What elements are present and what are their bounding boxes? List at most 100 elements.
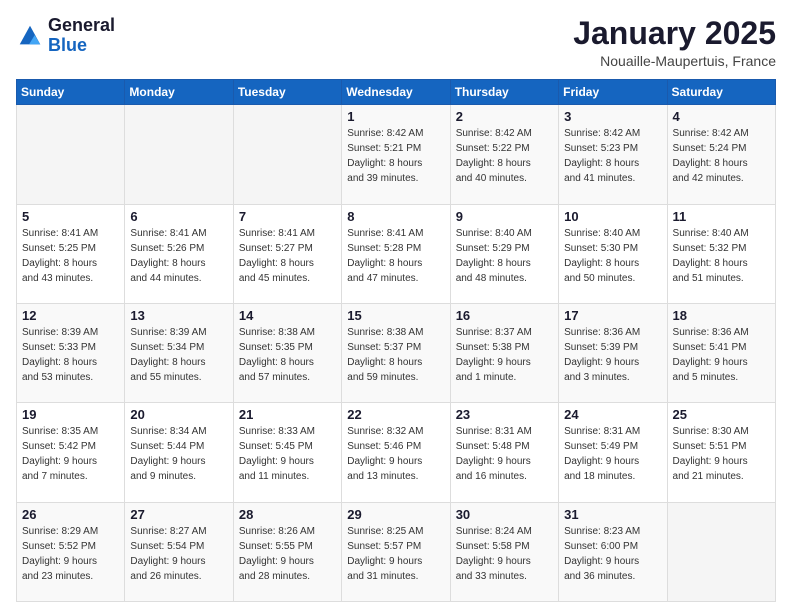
page: General Blue January 2025 Nouaille-Maupe… <box>0 0 792 612</box>
day-info: Sunrise: 8:40 AM Sunset: 5:30 PM Dayligh… <box>564 226 661 286</box>
day-number: 20 <box>130 407 227 422</box>
day-info: Sunrise: 8:38 AM Sunset: 5:35 PM Dayligh… <box>239 325 336 385</box>
logo-text: General Blue <box>48 16 115 56</box>
day-number: 13 <box>130 308 227 323</box>
calendar-table: SundayMondayTuesdayWednesdayThursdayFrid… <box>16 79 776 602</box>
calendar-cell: 18 Sunrise: 8:36 AM Sunset: 5:41 PM Dayli… <box>667 303 775 402</box>
weekday-header-friday: Friday <box>559 80 667 105</box>
calendar-week-1: 1Sunrise: 8:42 AM Sunset: 5:21 PM Daylig… <box>17 105 776 204</box>
day-number: 24 <box>564 407 661 422</box>
day-number: 18 <box>673 308 770 323</box>
calendar-cell: 26Sunrise: 8:29 AM Sunset: 5:52 PM Dayli… <box>17 502 125 601</box>
day-number: 10 <box>564 209 661 224</box>
day-number: 27 <box>130 507 227 522</box>
calendar-cell: 19 Sunrise: 8:35 AM Sunset: 5:42 PM Dayli… <box>17 403 125 502</box>
calendar-cell: 21 Sunrise: 8:33 AM Sunset: 5:45 PM Dayli… <box>233 403 341 502</box>
day-info: Sunrise: 8:36 AM Sunset: 5:41 PM Dayligh… <box>673 325 770 385</box>
calendar-cell <box>125 105 233 204</box>
calendar-cell <box>667 502 775 601</box>
title-block: January 2025 Nouaille-Maupertuis, France <box>573 16 776 69</box>
day-info: Sunrise: 8:42 AM Sunset: 5:22 PM Dayligh… <box>456 126 553 186</box>
day-number: 8 <box>347 209 444 224</box>
weekday-header-sunday: Sunday <box>17 80 125 105</box>
day-info: Sunrise: 8:25 AM Sunset: 5:57 PM Dayligh… <box>347 524 444 584</box>
day-info: Sunrise: 8:39 AM Sunset: 5:33 PM Dayligh… <box>22 325 119 385</box>
calendar-cell: 7Sunrise: 8:41 AM Sunset: 5:27 PM Daylig… <box>233 204 341 303</box>
day-info: Sunrise: 8:30 AM Sunset: 5:51 PM Dayligh… <box>673 424 770 484</box>
day-info: Sunrise: 8:36 AM Sunset: 5:39 PM Dayligh… <box>564 325 661 385</box>
weekday-header-row: SundayMondayTuesdayWednesdayThursdayFrid… <box>17 80 776 105</box>
day-number: 25 <box>673 407 770 422</box>
day-info: Sunrise: 8:41 AM Sunset: 5:28 PM Dayligh… <box>347 226 444 286</box>
calendar-cell <box>233 105 341 204</box>
weekday-header-tuesday: Tuesday <box>233 80 341 105</box>
calendar-cell: 17 Sunrise: 8:36 AM Sunset: 5:39 PM Dayli… <box>559 303 667 402</box>
day-number: 5 <box>22 209 119 224</box>
weekday-header-thursday: Thursday <box>450 80 558 105</box>
calendar-cell: 6Sunrise: 8:41 AM Sunset: 5:26 PM Daylig… <box>125 204 233 303</box>
day-number: 3 <box>564 109 661 124</box>
day-info: Sunrise: 8:38 AM Sunset: 5:37 PM Dayligh… <box>347 325 444 385</box>
day-info: Sunrise: 8:41 AM Sunset: 5:25 PM Dayligh… <box>22 226 119 286</box>
weekday-header-monday: Monday <box>125 80 233 105</box>
weekday-header-saturday: Saturday <box>667 80 775 105</box>
day-number: 19 <box>22 407 119 422</box>
calendar-cell: 5 Sunrise: 8:41 AM Sunset: 5:25 PM Daylig… <box>17 204 125 303</box>
day-info: Sunrise: 8:35 AM Sunset: 5:42 PM Dayligh… <box>22 424 119 484</box>
calendar-cell: 3Sunrise: 8:42 AM Sunset: 5:23 PM Daylig… <box>559 105 667 204</box>
day-info: Sunrise: 8:34 AM Sunset: 5:44 PM Dayligh… <box>130 424 227 484</box>
day-number: 30 <box>456 507 553 522</box>
calendar-cell <box>17 105 125 204</box>
day-number: 17 <box>564 308 661 323</box>
calendar-cell: 30 Sunrise: 8:24 AM Sunset: 5:58 PM Dayli… <box>450 502 558 601</box>
weekday-header-wednesday: Wednesday <box>342 80 450 105</box>
calendar-cell: 31Sunrise: 8:23 AM Sunset: 6:00 PM Dayli… <box>559 502 667 601</box>
day-number: 31 <box>564 507 661 522</box>
calendar-cell: 14Sunrise: 8:38 AM Sunset: 5:35 PM Dayli… <box>233 303 341 402</box>
day-info: Sunrise: 8:31 AM Sunset: 5:49 PM Dayligh… <box>564 424 661 484</box>
calendar-cell: 16Sunrise: 8:37 AM Sunset: 5:38 PM Dayli… <box>450 303 558 402</box>
logo-icon <box>16 22 44 50</box>
calendar-cell: 10 Sunrise: 8:40 AM Sunset: 5:30 PM Dayli… <box>559 204 667 303</box>
calendar-cell: 23 Sunrise: 8:31 AM Sunset: 5:48 PM Dayli… <box>450 403 558 502</box>
day-info: Sunrise: 8:24 AM Sunset: 5:58 PM Dayligh… <box>456 524 553 584</box>
location: Nouaille-Maupertuis, France <box>573 53 776 69</box>
calendar-cell: 9 Sunrise: 8:40 AM Sunset: 5:29 PM Daylig… <box>450 204 558 303</box>
day-number: 23 <box>456 407 553 422</box>
day-info: Sunrise: 8:31 AM Sunset: 5:48 PM Dayligh… <box>456 424 553 484</box>
calendar-cell: 4 Sunrise: 8:42 AM Sunset: 5:24 PM Daylig… <box>667 105 775 204</box>
calendar-cell: 27 Sunrise: 8:27 AM Sunset: 5:54 PM Dayli… <box>125 502 233 601</box>
calendar-cell: 28Sunrise: 8:26 AM Sunset: 5:55 PM Dayli… <box>233 502 341 601</box>
day-info: Sunrise: 8:42 AM Sunset: 5:24 PM Dayligh… <box>673 126 770 186</box>
calendar-cell: 11Sunrise: 8:40 AM Sunset: 5:32 PM Dayli… <box>667 204 775 303</box>
calendar-cell: 20 Sunrise: 8:34 AM Sunset: 5:44 PM Dayli… <box>125 403 233 502</box>
day-number: 21 <box>239 407 336 422</box>
day-number: 9 <box>456 209 553 224</box>
day-info: Sunrise: 8:27 AM Sunset: 5:54 PM Dayligh… <box>130 524 227 584</box>
day-info: Sunrise: 8:41 AM Sunset: 5:27 PM Dayligh… <box>239 226 336 286</box>
calendar-week-2: 5 Sunrise: 8:41 AM Sunset: 5:25 PM Daylig… <box>17 204 776 303</box>
day-number: 29 <box>347 507 444 522</box>
calendar-cell: 24 Sunrise: 8:31 AM Sunset: 5:49 PM Dayli… <box>559 403 667 502</box>
calendar-body: 1Sunrise: 8:42 AM Sunset: 5:21 PM Daylig… <box>17 105 776 602</box>
day-number: 2 <box>456 109 553 124</box>
month-title: January 2025 <box>573 16 776 51</box>
day-info: Sunrise: 8:40 AM Sunset: 5:32 PM Dayligh… <box>673 226 770 286</box>
day-number: 22 <box>347 407 444 422</box>
day-number: 16 <box>456 308 553 323</box>
calendar-cell: 22 Sunrise: 8:32 AM Sunset: 5:46 PM Dayli… <box>342 403 450 502</box>
day-number: 4 <box>673 109 770 124</box>
calendar-cell: 29 Sunrise: 8:25 AM Sunset: 5:57 PM Dayli… <box>342 502 450 601</box>
calendar-cell: 2 Sunrise: 8:42 AM Sunset: 5:22 PM Daylig… <box>450 105 558 204</box>
calendar-week-3: 12Sunrise: 8:39 AM Sunset: 5:33 PM Dayli… <box>17 303 776 402</box>
day-number: 6 <box>130 209 227 224</box>
day-info: Sunrise: 8:33 AM Sunset: 5:45 PM Dayligh… <box>239 424 336 484</box>
day-info: Sunrise: 8:32 AM Sunset: 5:46 PM Dayligh… <box>347 424 444 484</box>
calendar-header: SundayMondayTuesdayWednesdayThursdayFrid… <box>17 80 776 105</box>
calendar-cell: 1Sunrise: 8:42 AM Sunset: 5:21 PM Daylig… <box>342 105 450 204</box>
header: General Blue January 2025 Nouaille-Maupe… <box>16 16 776 69</box>
day-number: 26 <box>22 507 119 522</box>
day-number: 28 <box>239 507 336 522</box>
day-number: 1 <box>347 109 444 124</box>
day-info: Sunrise: 8:40 AM Sunset: 5:29 PM Dayligh… <box>456 226 553 286</box>
